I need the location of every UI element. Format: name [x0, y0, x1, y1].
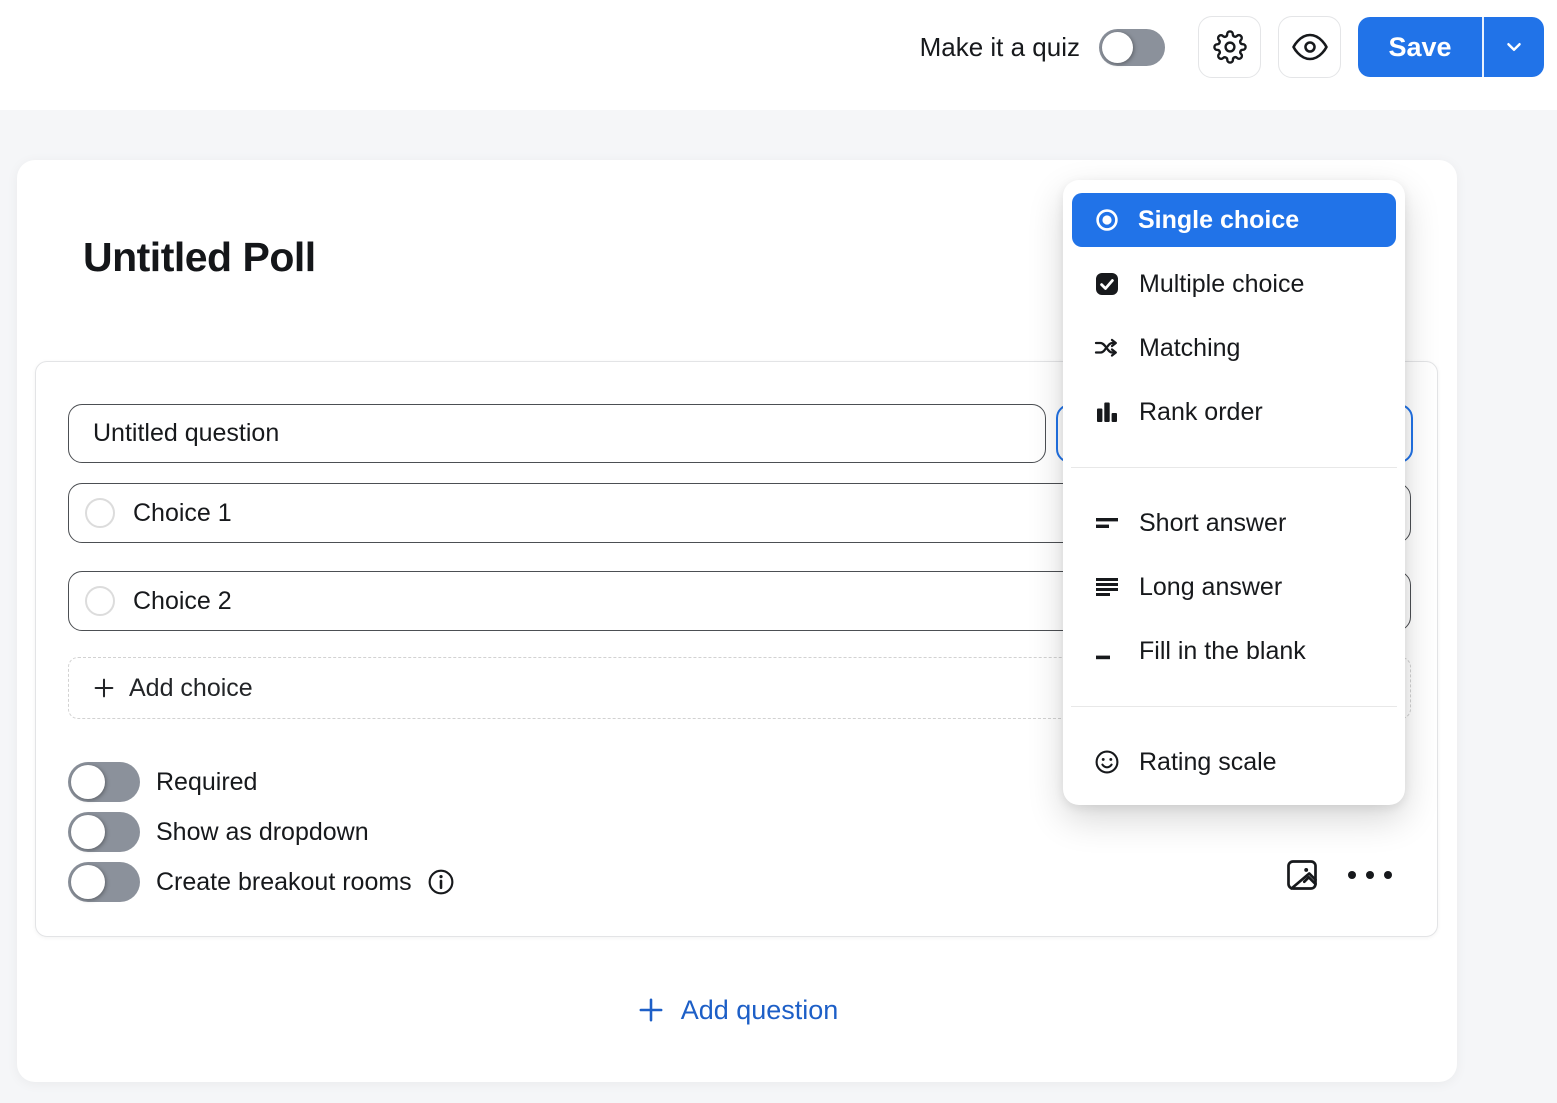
smiley-icon [1093, 748, 1121, 776]
radio-circle-icon[interactable] [85, 498, 115, 528]
radio-icon [1093, 206, 1121, 234]
menu-item-label: Matching [1139, 334, 1240, 363]
plus-icon [636, 995, 666, 1025]
short-answer-icon [1093, 509, 1121, 537]
menu-item-label: Rank order [1139, 398, 1263, 427]
menu-item-label: Rating scale [1139, 748, 1277, 777]
menu-item-label: Short answer [1139, 509, 1286, 538]
settings-button[interactable] [1198, 16, 1261, 78]
preview-button[interactable] [1278, 16, 1341, 78]
eye-icon [1292, 29, 1328, 65]
menu-item-multiple-choice[interactable]: Multiple choice [1063, 252, 1405, 316]
shuffle-icon [1093, 334, 1121, 362]
choice-label: Choice 1 [133, 499, 232, 528]
add-choice-label: Add choice [129, 674, 253, 703]
make-it-a-quiz-label: Make it a quiz [920, 32, 1080, 63]
toggle-knob [71, 815, 105, 849]
menu-item-short-answer[interactable]: Short answer [1063, 491, 1405, 555]
required-label: Required [156, 768, 257, 797]
save-split-button: Save [1358, 17, 1544, 77]
menu-item-long-answer[interactable]: Long answer [1063, 555, 1405, 619]
info-icon[interactable] [426, 867, 456, 897]
toggle-knob [1102, 32, 1133, 63]
poll-editor-page: Make it a quiz [0, 0, 1557, 1103]
add-image-button[interactable] [1284, 857, 1320, 893]
menu-item-rating-scale[interactable]: Rating scale [1063, 730, 1405, 794]
menu-divider [1071, 467, 1397, 468]
choice-label: Choice 2 [133, 587, 232, 616]
menu-item-matching[interactable]: Matching [1063, 316, 1405, 380]
long-answer-icon [1093, 573, 1121, 601]
required-toggle[interactable] [68, 762, 140, 802]
make-it-a-quiz-toggle[interactable] [1099, 29, 1165, 66]
menu-item-label: Single choice [1138, 206, 1299, 235]
checkbox-icon [1093, 270, 1121, 298]
show-as-dropdown-toggle[interactable] [68, 812, 140, 852]
bar-chart-icon [1093, 398, 1121, 426]
create-breakout-rooms-label: Create breakout rooms [156, 868, 412, 897]
create-breakout-rooms-toggle[interactable] [68, 862, 140, 902]
menu-item-fill-in-the-blank[interactable]: Rating scale Fill in the blank [1063, 619, 1405, 683]
toggle-knob [71, 865, 105, 899]
plus-icon [91, 675, 117, 701]
menu-item-rank-order[interactable]: Rank order [1063, 380, 1405, 444]
image-icon [1284, 857, 1320, 893]
menu-divider [1071, 706, 1397, 707]
menu-item-label: Long answer [1139, 573, 1282, 602]
more-options-button[interactable] [1346, 869, 1394, 881]
gear-icon [1213, 30, 1247, 64]
toggle-knob [71, 765, 105, 799]
fill-blank-icon [1093, 637, 1121, 665]
add-question-label: Add question [681, 995, 839, 1026]
chevron-down-icon [1501, 34, 1527, 60]
save-label: Save [1388, 32, 1451, 63]
menu-item-label: Multiple choice [1139, 270, 1304, 299]
save-dropdown-button[interactable] [1484, 17, 1544, 77]
ellipsis-icon [1346, 869, 1394, 881]
menu-item-label: Fill in the blank [1139, 637, 1306, 666]
menu-item-single-choice[interactable]: Single choice [1072, 193, 1396, 247]
radio-circle-icon[interactable] [85, 586, 115, 616]
poll-title: Untitled Poll [83, 234, 316, 281]
top-toolbar: Make it a quiz [0, 0, 1557, 110]
add-question-button[interactable]: Add question [17, 980, 1457, 1040]
save-button[interactable]: Save [1358, 17, 1482, 77]
question-type-menu: Single choice Multiple choice [1063, 180, 1405, 805]
show-as-dropdown-label: Show as dropdown [156, 818, 369, 847]
question-title-input[interactable] [68, 404, 1046, 463]
